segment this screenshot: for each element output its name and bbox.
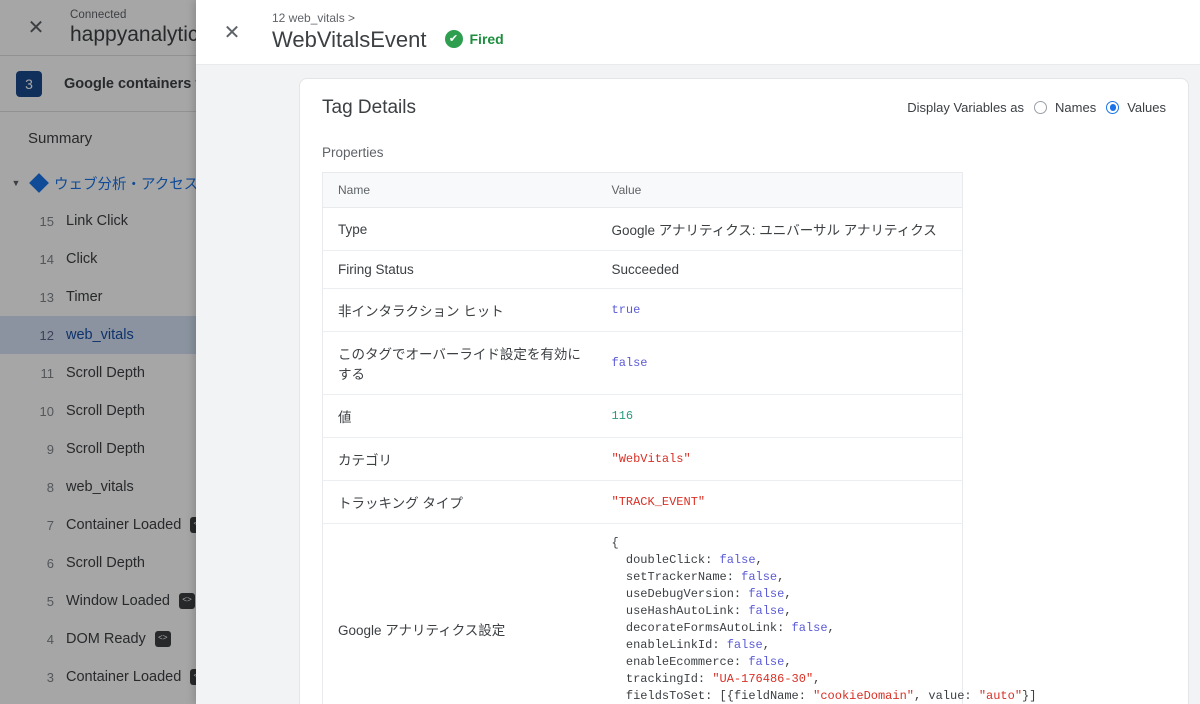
- properties-table: Name Value Type Google アナリティクス: ユニバーサル アナ…: [322, 172, 1037, 704]
- dialog-body: Tag Details Display Variables as Names V…: [196, 65, 1200, 704]
- property-value-text: 116: [611, 408, 634, 423]
- property-name: 値: [322, 394, 597, 438]
- property-value: Google アナリティクス: ユニバーサル アナリティクス: [596, 207, 963, 251]
- status-text: Fired: [469, 31, 504, 48]
- table-row: Firing Status Succeeded: [322, 250, 963, 289]
- radio-values[interactable]: [1106, 101, 1120, 114]
- property-value: "TRACK_EVENT": [596, 480, 963, 524]
- table-row: Type Google アナリティクス: ユニバーサル アナリティクス: [322, 207, 963, 251]
- property-value-text: false: [611, 355, 648, 370]
- property-value-text: true: [611, 302, 641, 317]
- tag-details-card: Tag Details Display Variables as Names V…: [299, 78, 1189, 704]
- table-row: トラッキング タイプ "TRACK_EVENT": [322, 480, 963, 524]
- check-circle-icon: ✔: [444, 30, 463, 49]
- table-row: 値 116: [322, 394, 963, 438]
- property-value-text: "WebVitals": [611, 451, 691, 466]
- property-name: 非インタラクション ヒット: [322, 288, 597, 332]
- dialog-header: ✕ 12 web_vitals > WebVitalsEvent ✔ Fired: [196, 0, 1200, 65]
- json-value-block: { doubleClick: false, setTrackerName: fa…: [611, 536, 1037, 704]
- property-value: "WebVitals": [596, 437, 963, 481]
- tag-details-dialog: ✕ 12 web_vitals > WebVitalsEvent ✔ Fired…: [196, 0, 1200, 704]
- properties-section-label: Properties: [322, 145, 384, 160]
- property-value: true: [596, 288, 963, 332]
- table-row: カテゴリ "WebVitals": [322, 437, 963, 481]
- radio-names-label[interactable]: Names: [1055, 100, 1096, 115]
- table-header-row: Name Value: [322, 172, 963, 208]
- property-value-text: "TRACK_EVENT": [611, 494, 706, 509]
- property-value: { doubleClick: false, setTrackerName: fa…: [596, 523, 1037, 704]
- table-row: Google アナリティクス設定{ doubleClick: false, se…: [322, 523, 1037, 704]
- column-header-value: Value: [596, 172, 963, 208]
- dialog-title-block: 12 web_vitals > WebVitalsEvent ✔ Fired: [272, 11, 504, 52]
- page-title: WebVitalsEvent: [272, 26, 427, 52]
- property-name: カテゴリ: [322, 437, 597, 481]
- status-badge: ✔ Fired: [444, 30, 504, 49]
- close-dialog-icon[interactable]: ✕: [212, 12, 252, 52]
- card-title: Tag Details: [322, 97, 416, 118]
- display-variables-label: Display Variables as: [907, 100, 1025, 115]
- property-name: このタグでオーバーライド設定を有効にする: [322, 331, 597, 395]
- table-row: 非インタラクション ヒット true: [322, 288, 963, 332]
- property-name: トラッキング タイプ: [322, 480, 597, 524]
- property-value: 116: [596, 394, 963, 438]
- property-value: Succeeded: [596, 250, 963, 289]
- property-name: Google アナリティクス設定: [322, 523, 597, 704]
- breadcrumb[interactable]: 12 web_vitals >: [272, 11, 504, 26]
- display-variables-control: Display Variables as Names Values: [907, 97, 1166, 115]
- radio-values-label[interactable]: Values: [1127, 100, 1166, 115]
- column-header-name: Name: [322, 172, 597, 208]
- property-name: Type: [322, 207, 597, 251]
- property-name: Firing Status: [322, 250, 597, 289]
- table-row: このタグでオーバーライド設定を有効にする false: [322, 331, 963, 395]
- property-value: false: [596, 331, 963, 395]
- radio-names[interactable]: [1034, 101, 1048, 114]
